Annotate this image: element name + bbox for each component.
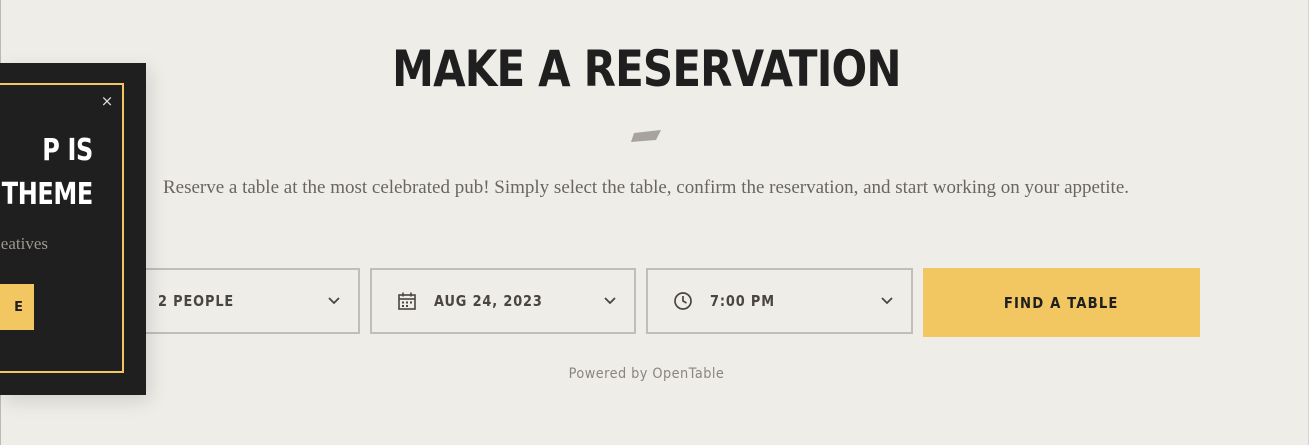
time-value: 7:00 PM bbox=[710, 292, 775, 310]
close-icon[interactable]: × bbox=[98, 92, 116, 110]
powered-by-opentable: Powered by OpenTable bbox=[568, 366, 725, 382]
date-select[interactable]: AUG 24, 2023 bbox=[370, 268, 636, 334]
popup-cta-button[interactable]: E bbox=[0, 284, 34, 330]
clock-icon bbox=[674, 292, 692, 310]
chevron-down-icon bbox=[604, 297, 616, 305]
date-value: AUG 24, 2023 bbox=[434, 292, 543, 310]
popup-subtitle: eatives bbox=[0, 234, 48, 253]
divider-ornament-icon bbox=[631, 130, 661, 142]
promo-popup: × P IS E THEME eatives E bbox=[0, 63, 146, 395]
popup-headline-line: E THEME bbox=[0, 177, 93, 212]
popup-headline: P IS E THEME bbox=[0, 129, 93, 217]
party-size-value: 2 PEOPLE bbox=[158, 292, 235, 310]
reservation-title: MAKE A RESERVATION bbox=[392, 40, 901, 98]
reservation-description: Reserve a table at the most celebrated p… bbox=[162, 177, 1130, 198]
party-size-select[interactable]: 2 PEOPLE bbox=[110, 268, 360, 334]
find-table-button[interactable]: FIND A TABLE bbox=[923, 268, 1200, 337]
popup-cta-label: E bbox=[14, 299, 24, 315]
time-select[interactable]: 7:00 PM bbox=[646, 268, 913, 334]
popup-headline-line: P IS bbox=[42, 133, 93, 168]
chevron-down-icon bbox=[881, 297, 893, 305]
chevron-down-icon bbox=[328, 297, 340, 305]
calendar-icon bbox=[398, 292, 416, 310]
find-table-label: FIND A TABLE bbox=[1004, 293, 1119, 312]
